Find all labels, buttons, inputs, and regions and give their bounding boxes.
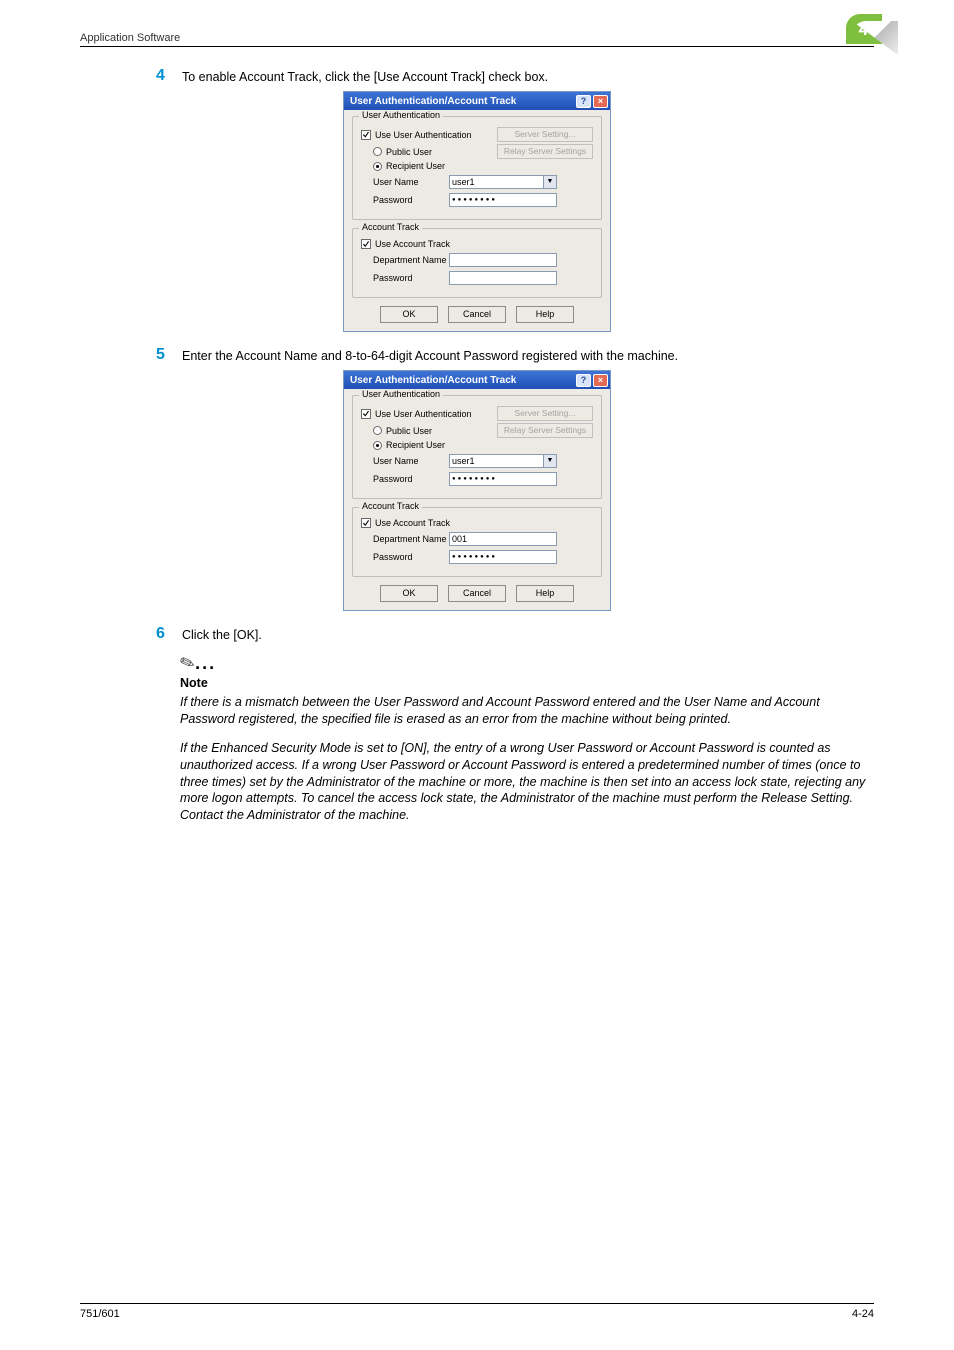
dept-name-label: Department Name [373,255,449,265]
public-user-label: Public User [386,426,432,436]
dialog-titlebar: User Authentication/Account Track ? × [344,371,610,389]
at-password-label: Password [373,552,449,562]
dept-name-field[interactable]: 001 [449,532,557,546]
use-account-track-label: Use Account Track [375,239,450,249]
relay-server-button: Relay Server Settings [497,423,593,438]
group-title: Account Track [359,222,422,232]
footer-model: 751/601 [80,1308,120,1320]
running-header: Application Software [80,32,180,44]
step-text: Enter the Account Name and 8-to-64-digit… [182,346,678,363]
dialog-titlebar: User Authentication/Account Track ? × [344,92,610,110]
password-field[interactable]: ●●●●●●●● [449,193,557,207]
public-user-radio[interactable] [373,426,382,435]
chevron-down-icon[interactable]: ▼ [544,175,557,189]
use-account-track-label: Use Account Track [375,518,450,528]
note-heading: Note [180,676,874,690]
step-number: 6 [156,625,182,643]
user-name-label: User Name [373,456,449,466]
footer-page: 4-24 [852,1308,874,1320]
account-track-group: Account Track Use Account Track Departme… [352,507,602,577]
help-icon[interactable]: ? [576,374,591,387]
recipient-user-radio[interactable] [373,441,382,450]
server-setting-button: Server Setting... [497,406,593,421]
dialog-title: User Authentication/Account Track [350,375,516,386]
use-account-track-checkbox[interactable] [361,239,371,249]
password-field[interactable]: ●●●●●●●● [449,472,557,486]
note-paragraph: If there is a mismatch between the User … [180,694,874,728]
step-number: 5 [156,346,182,364]
public-user-label: Public User [386,147,432,157]
auth-dialog: User Authentication/Account Track ? × Us… [343,370,611,611]
recipient-user-label: Recipient User [386,440,445,450]
note-paragraph: If the Enhanced Security Mode is set to … [180,740,874,824]
user-name-field[interactable]: user1 [449,175,544,189]
user-auth-group: User Authentication Use User Authenticat… [352,116,602,220]
at-password-field[interactable] [449,271,557,285]
at-password-label: Password [373,273,449,283]
use-account-track-checkbox[interactable] [361,518,371,528]
password-label: Password [373,195,449,205]
use-user-auth-label: Use User Authentication [375,409,472,419]
cancel-button[interactable]: Cancel [448,306,506,323]
dept-name-label: Department Name [373,534,449,544]
close-icon[interactable]: × [593,374,608,387]
ok-button[interactable]: OK [380,306,438,323]
note-icon: ✎... [180,653,874,674]
user-name-combo[interactable]: user1▼ [449,454,557,468]
server-setting-button: Server Setting... [497,127,593,142]
recipient-user-label: Recipient User [386,161,445,171]
dialog-title: User Authentication/Account Track [350,96,516,107]
use-user-auth-checkbox[interactable] [361,130,371,140]
help-icon[interactable]: ? [576,95,591,108]
at-password-field[interactable]: ●●●●●●●● [449,550,557,564]
use-user-auth-checkbox[interactable] [361,409,371,419]
step-text: To enable Account Track, click the [Use … [182,67,548,84]
cancel-button[interactable]: Cancel [448,585,506,602]
user-name-field[interactable]: user1 [449,454,544,468]
auth-dialog: User Authentication/Account Track ? × Us… [343,91,611,332]
use-user-auth-label: Use User Authentication [375,130,472,140]
user-auth-group: User Authentication Use User Authenticat… [352,395,602,499]
password-label: Password [373,474,449,484]
user-name-label: User Name [373,177,449,187]
help-button[interactable]: Help [516,585,574,602]
account-track-group: Account Track Use Account Track Departme… [352,228,602,298]
user-name-combo[interactable]: user1▼ [449,175,557,189]
group-title: User Authentication [359,389,443,399]
dept-name-field[interactable] [449,253,557,267]
help-button[interactable]: Help [516,306,574,323]
step-text: Click the [OK]. [182,625,262,642]
close-icon[interactable]: × [593,95,608,108]
step-number: 4 [156,67,182,85]
ok-button[interactable]: OK [380,585,438,602]
chevron-down-icon[interactable]: ▼ [544,454,557,468]
recipient-user-radio[interactable] [373,162,382,171]
group-title: User Authentication [359,110,443,120]
public-user-radio[interactable] [373,147,382,156]
relay-server-button: Relay Server Settings [497,144,593,159]
group-title: Account Track [359,501,422,511]
